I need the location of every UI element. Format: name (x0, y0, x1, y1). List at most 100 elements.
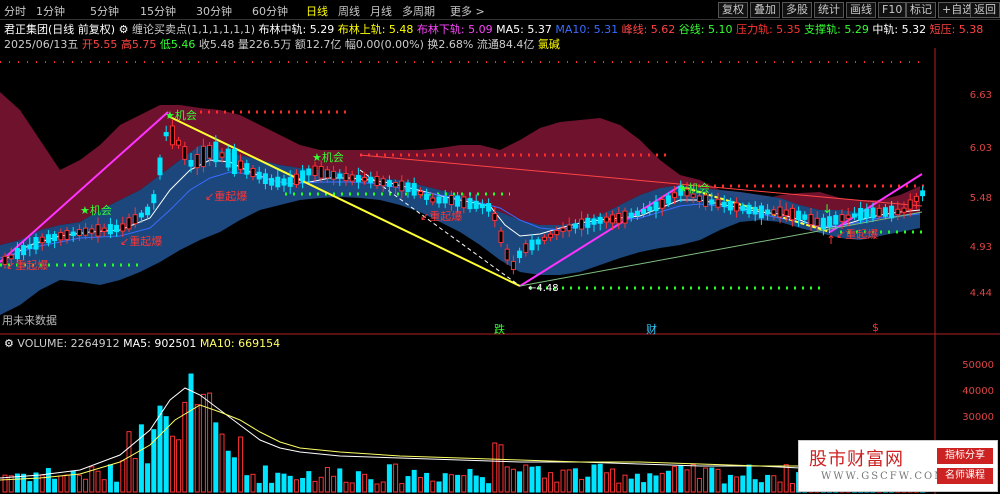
volume-bar (355, 471, 361, 493)
ohlc-value-9: 氯碱 (534, 38, 560, 51)
volume-bar (405, 476, 411, 493)
buy-arrow-icon: ↓ (822, 202, 832, 216)
volume-bar (665, 470, 671, 493)
volume-bar (430, 480, 436, 493)
candle-body (163, 132, 169, 137)
candle-body (895, 208, 901, 216)
volume-bar (132, 458, 138, 493)
volume-bar (455, 474, 461, 493)
bar-date: 2025/06/13五 (4, 38, 79, 51)
tab-more[interactable]: 更多 > (450, 3, 485, 19)
candle-body (721, 201, 727, 208)
volume-bar (554, 481, 560, 493)
draw-line-button[interactable]: 画线 (846, 2, 876, 18)
candle-body (783, 209, 789, 217)
volume-bar (517, 471, 523, 493)
multi-stock-button[interactable]: 多股 (782, 2, 812, 18)
reboom-signal: ↙重起爆 (836, 228, 879, 241)
candle-body (467, 198, 473, 210)
volume-bar (95, 470, 101, 493)
candle-body (802, 214, 808, 220)
volume-bar (585, 476, 591, 493)
watermark-title: 股市财富网 (809, 449, 904, 470)
candle-body (411, 183, 417, 196)
candle-body (300, 170, 306, 181)
tab-60min[interactable]: 60分钟 (252, 3, 288, 19)
tab-5min[interactable]: 5分钟 (90, 3, 119, 19)
indicator-value-2: 布林下轨: 5.09 (413, 23, 493, 36)
volume-bar (83, 478, 89, 493)
volume-bar (603, 472, 609, 493)
volume-bar (560, 469, 566, 493)
fuquan-button[interactable]: 复权 (718, 2, 748, 18)
event-mark[interactable]: 跌 (494, 321, 505, 337)
indicator-value-8: 支撑轨: 5.29 (800, 23, 869, 36)
volume-bar (362, 473, 368, 493)
candle-body (83, 227, 89, 236)
volume-bar (306, 471, 312, 493)
candle-body (858, 208, 864, 221)
candle-body (479, 204, 485, 209)
tab-multi-period[interactable]: 多周期 (402, 3, 435, 19)
candle-body (554, 230, 560, 236)
tab-daily[interactable]: 日线 (306, 3, 328, 19)
tab-30min[interactable]: 30分钟 (196, 3, 232, 19)
candle-body (864, 208, 870, 219)
indicator-value-6: 谷线: 5.10 (675, 23, 733, 36)
tab-fenshi[interactable]: 分时 (4, 3, 26, 19)
volume-value: VOLUME: 2264912 (17, 337, 120, 350)
back-button[interactable]: 返回 (970, 2, 1000, 18)
event-mark[interactable]: $ (872, 321, 879, 334)
mark-button[interactable]: 标记 (906, 2, 936, 18)
volume-bar (535, 466, 541, 493)
candle-body (269, 177, 275, 186)
event-mark[interactable]: 财 (646, 321, 657, 337)
stats-button[interactable]: 统计 (814, 2, 844, 18)
candle-body (461, 196, 467, 209)
tab-15min[interactable]: 15分钟 (140, 3, 176, 19)
f10-button[interactable]: F10 (878, 2, 907, 18)
indicator-name[interactable]: 缠论买卖点(1,1,1,1,1,1) (132, 23, 255, 36)
volume-bar (101, 479, 107, 493)
overlay-button[interactable]: 叠加 (750, 2, 780, 18)
candle-body (492, 213, 498, 221)
candle-body (827, 216, 833, 228)
watermark-url: WWW.GSCFW.COM (821, 471, 947, 482)
tab-monthly[interactable]: 月线 (370, 3, 392, 19)
settings-icon[interactable]: ⚙ (119, 23, 129, 36)
candle-body (362, 177, 368, 182)
candle-body (752, 206, 758, 215)
volume-bar (548, 472, 554, 493)
ohlc-value-4: 量226.5万 (234, 38, 292, 51)
volume-bar (734, 476, 740, 493)
candle-body (641, 208, 647, 214)
candle-body (194, 154, 200, 169)
tab-1min[interactable]: 1分钟 (36, 3, 65, 19)
volume-bar (696, 477, 702, 493)
volume-bar (107, 464, 113, 493)
candle-body (523, 243, 529, 253)
candle-body (696, 195, 702, 202)
volume-bar (126, 431, 132, 493)
candle-body (213, 141, 219, 163)
volume-bar (498, 444, 504, 493)
volume-bar (281, 473, 287, 493)
ohlc-value-3: 收5.48 (195, 38, 235, 51)
ohlc-values: 开5.55 高5.75 低5.46 收5.48 量226.5万 额12.7亿 幅… (82, 38, 560, 51)
vol-ma10-value: MA10: 669154 (199, 337, 281, 350)
candle-body (851, 213, 857, 218)
tab-weekly[interactable]: 周线 (338, 3, 360, 19)
volume-settings-icon[interactable]: ⚙ (4, 337, 14, 350)
candle-body (101, 227, 107, 232)
volume-bar (27, 481, 33, 493)
volume-bar (672, 466, 678, 493)
volume-bar (287, 475, 293, 493)
volume-bar (349, 482, 355, 493)
price-tick: 4.44 (969, 288, 992, 299)
volume-tick: 40000 (962, 386, 994, 397)
candle-body (52, 233, 58, 242)
candle-body (448, 194, 454, 206)
candle-body (27, 244, 33, 249)
candle-body (913, 195, 919, 202)
candle-body (424, 193, 430, 200)
